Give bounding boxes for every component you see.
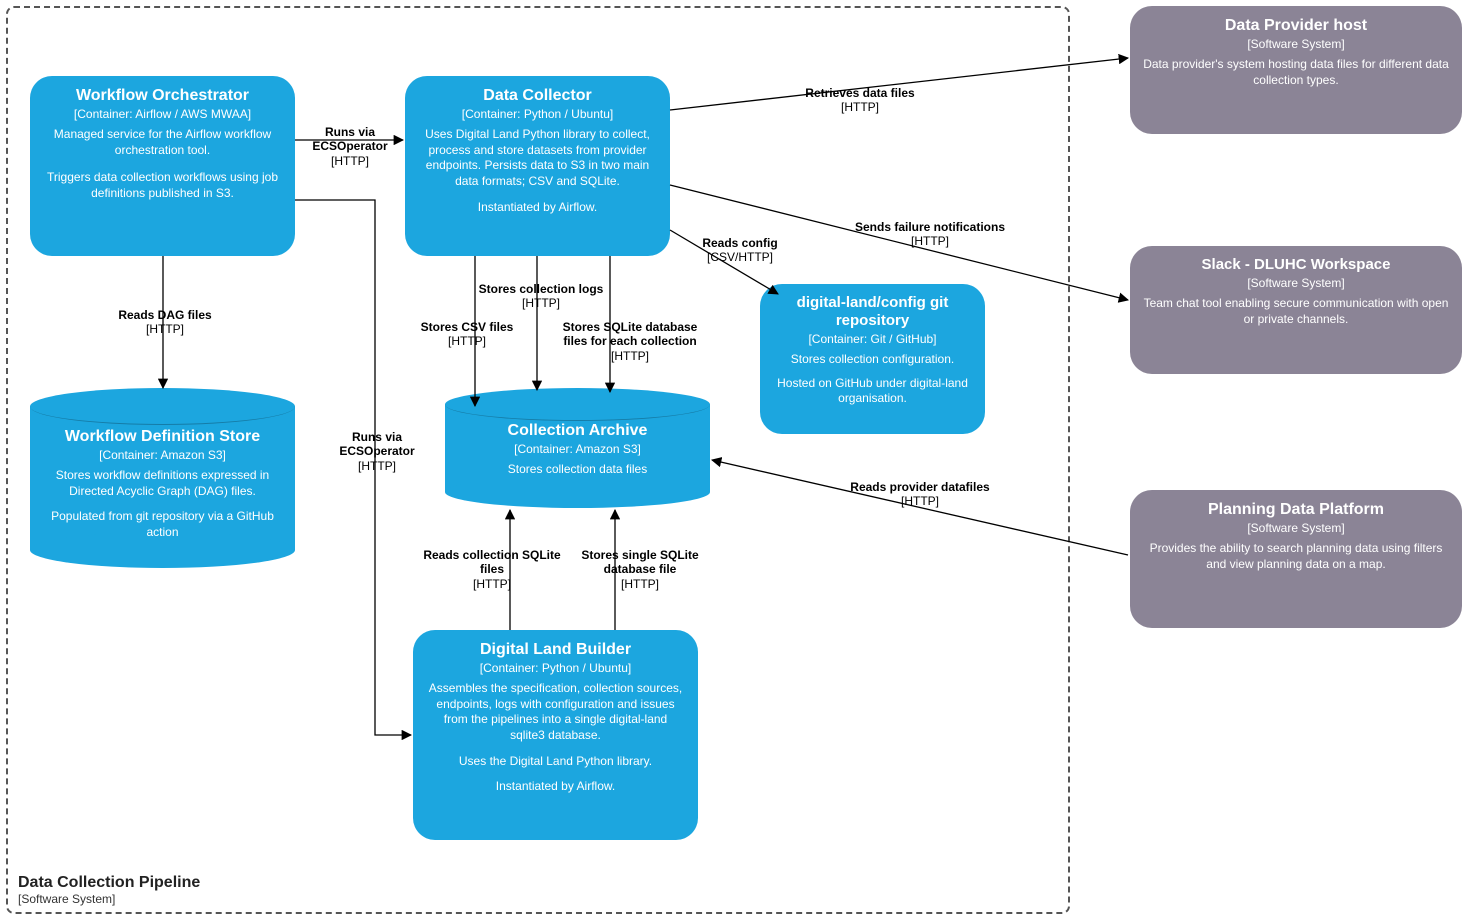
node-subtitle: [Container: Amazon S3] — [459, 442, 696, 456]
node-digital-land-builder: Digital Land Builder [Container: Python … — [413, 630, 698, 840]
node-title: Data Collector — [417, 86, 658, 105]
node-desc: Instantiated by Airflow. — [425, 779, 686, 795]
boundary-subtitle: [Software System] — [18, 892, 200, 906]
node-desc: Stores collection configuration. — [772, 352, 973, 368]
node-title: Workflow Definition Store — [44, 428, 281, 446]
node-desc: Stores workflow definitions expressed in… — [44, 468, 281, 499]
node-subtitle: [Software System] — [1142, 521, 1450, 535]
node-title: digital-land/config git repository — [772, 294, 973, 330]
node-subtitle: [Container: Python / Ubuntu] — [425, 661, 686, 675]
node-data-collector: Data Collector [Container: Python / Ubun… — [405, 76, 670, 256]
node-desc: Populated from git repository via a GitH… — [44, 509, 281, 540]
node-planning-platform: Planning Data Platform [Software System]… — [1130, 490, 1462, 628]
node-data-provider: Data Provider host [Software System] Dat… — [1130, 6, 1462, 134]
node-desc: Provides the ability to search planning … — [1142, 541, 1450, 572]
node-title: Collection Archive — [459, 422, 696, 440]
node-subtitle: [Container: Python / Ubuntu] — [417, 107, 658, 121]
node-subtitle: [Software System] — [1142, 276, 1450, 290]
boundary-label: Data Collection Pipeline [Software Syste… — [18, 874, 200, 906]
node-subtitle: [Software System] — [1142, 37, 1450, 51]
boundary-title: Data Collection Pipeline — [18, 874, 200, 892]
node-subtitle: [Container: Airflow / AWS MWAA] — [42, 107, 283, 121]
diagram-canvas: Data Collection Pipeline [Software Syste… — [0, 0, 1482, 921]
node-desc: Managed service for the Airflow workflow… — [42, 127, 283, 158]
node-title: Data Provider host — [1142, 16, 1450, 35]
node-workflow-definition-store: Workflow Definition Store [Container: Am… — [30, 388, 295, 568]
node-desc: Triggers data collection workflows using… — [42, 170, 283, 201]
node-workflow-orchestrator: Workflow Orchestrator [Container: Airflo… — [30, 76, 295, 256]
node-desc: Hosted on GitHub under digital-land orga… — [772, 376, 973, 407]
node-desc: Instantiated by Airflow. — [417, 200, 658, 216]
node-desc: Team chat tool enabling secure communica… — [1142, 296, 1450, 327]
node-config-repo: digital-land/config git repository [Cont… — [760, 284, 985, 434]
node-subtitle: [Container: Amazon S3] — [44, 448, 281, 462]
node-title: Slack - DLUHC Workspace — [1142, 256, 1450, 274]
node-title: Planning Data Platform — [1142, 500, 1450, 519]
node-title: Workflow Orchestrator — [42, 86, 283, 105]
node-collection-archive: Collection Archive [Container: Amazon S3… — [445, 388, 710, 508]
node-title: Digital Land Builder — [425, 640, 686, 659]
node-desc: Stores collection data files — [459, 462, 696, 478]
node-desc: Uses Digital Land Python library to coll… — [417, 127, 658, 189]
node-desc: Uses the Digital Land Python library. — [425, 754, 686, 770]
node-slack: Slack - DLUHC Workspace [Software System… — [1130, 246, 1462, 374]
node-desc: Assembles the specification, collection … — [425, 681, 686, 743]
node-desc: Data provider's system hosting data file… — [1142, 57, 1450, 88]
node-subtitle: [Container: Git / GitHub] — [772, 332, 973, 346]
